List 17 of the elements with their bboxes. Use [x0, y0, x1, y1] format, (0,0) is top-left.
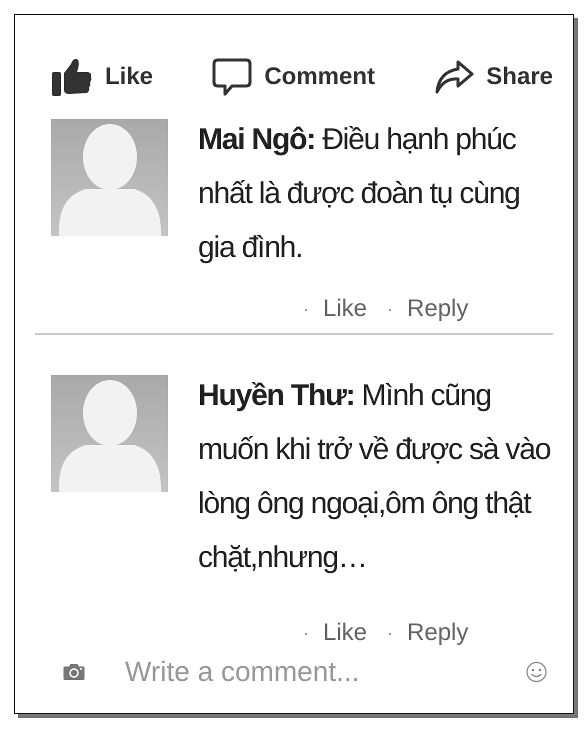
comment-link[interactable]: Like — [323, 619, 368, 647]
comment-text: Mai Ngô: Điều hạnh phúc nhất là được đoàn tụ cùng gia đình. — [198, 122, 521, 266]
separator-dot: · — [303, 298, 309, 320]
comment-link[interactable]: Reply — [407, 295, 468, 323]
thumbs-up-icon — [51, 57, 93, 97]
comment-link[interactable]: Like — [323, 295, 368, 323]
like-button[interactable]: Like — [51, 57, 154, 97]
separator-dot: · — [303, 622, 309, 644]
share-button[interactable]: Share — [434, 59, 553, 95]
separator-dot: · — [387, 298, 394, 320]
comment-button[interactable]: Comment — [212, 58, 375, 96]
comment-link[interactable]: Reply — [407, 619, 468, 647]
comment-text: Huyền Thư: Mình cũng muốn khi trở về được sà vào lòng ông ngoại,ôm ông thật chặt,nhưng… — [198, 378, 552, 576]
comment-field[interactable]: Write a comment... — [125, 656, 486, 688]
arrow-icon — [434, 59, 474, 95]
speech-bubble-icon — [212, 58, 252, 96]
separator-dot: · — [387, 622, 394, 644]
